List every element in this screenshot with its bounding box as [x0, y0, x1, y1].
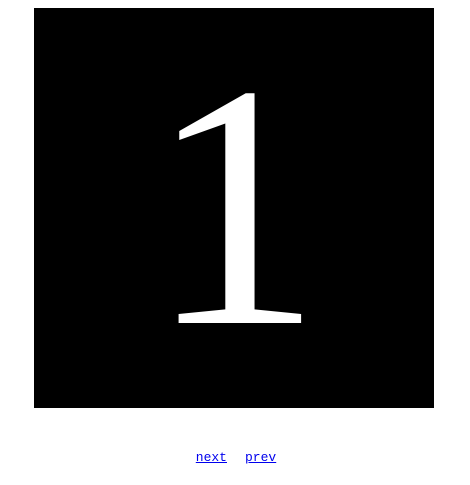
prev-link[interactable]: prev	[245, 450, 276, 465]
page: 1 next prev	[0, 0, 470, 485]
pager: next prev	[0, 450, 470, 466]
slide-number: 1	[148, 14, 322, 399]
next-link[interactable]: next	[196, 450, 227, 465]
slide-image: 1	[34, 8, 434, 408]
